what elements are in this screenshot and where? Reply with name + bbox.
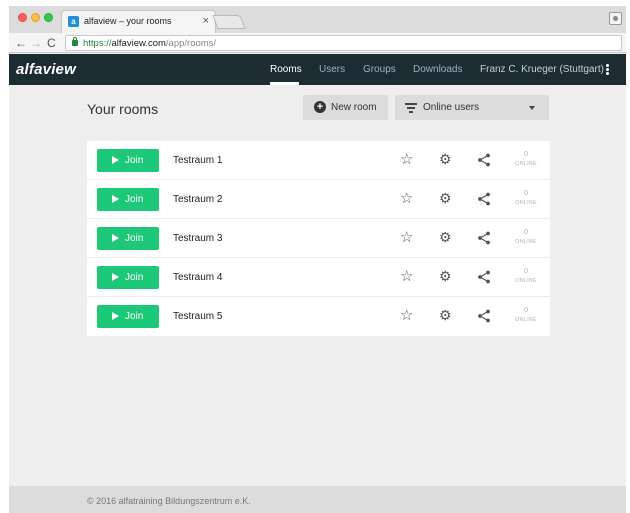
join-button[interactable]: Join: [97, 227, 159, 250]
app-header: alfaview Rooms Users Groups Downloads Fr…: [9, 54, 626, 85]
url-text: https://alfaview.com/app/rooms/: [83, 38, 216, 49]
share-icon[interactable]: [477, 153, 491, 167]
copyright-text: © 2016 alfatraining Bildungszentrum e.K.: [87, 496, 251, 506]
room-row: Join Testraum 1 ☆ ⚙ 0 ONLINE: [87, 141, 550, 180]
join-button[interactable]: Join: [97, 188, 159, 211]
gear-icon[interactable]: ⚙: [439, 269, 452, 284]
nav-rooms[interactable]: Rooms: [270, 64, 302, 75]
arrow-right-icon[interactable]: →: [30, 36, 42, 50]
play-icon: [112, 156, 119, 164]
online-label: ONLINE: [515, 239, 537, 245]
room-list: Join Testraum 1 ☆ ⚙ 0 ONLINE Join Testra…: [87, 141, 550, 336]
join-button[interactable]: Join: [97, 149, 159, 172]
nav-downloads[interactable]: Downloads: [413, 64, 462, 75]
tab-title: alfaview – your rooms: [84, 16, 172, 26]
filter-icon: [405, 103, 417, 113]
alfaview-favicon-icon: a: [68, 16, 79, 27]
star-icon[interactable]: ☆: [400, 308, 413, 323]
user-menu[interactable]: Franz C. Krueger (Stuttgart): [480, 64, 604, 75]
gear-icon[interactable]: ⚙: [439, 191, 452, 206]
gear-icon[interactable]: ⚙: [439, 230, 452, 245]
new-tab-button[interactable]: [212, 15, 246, 29]
room-name: Testraum 1: [173, 155, 223, 166]
tab-close-icon[interactable]: ×: [203, 14, 209, 28]
gear-icon[interactable]: ⚙: [439, 152, 452, 167]
minimize-window-button[interactable]: [31, 13, 40, 22]
person-icon[interactable]: [609, 12, 622, 25]
room-name: Testraum 2: [173, 194, 223, 205]
browser-tab[interactable]: a alfaview – your rooms ×: [61, 10, 216, 33]
star-icon[interactable]: ☆: [400, 230, 413, 245]
url-path: /app/rooms/: [165, 38, 217, 49]
room-name: Testraum 4: [173, 272, 223, 283]
close-window-button[interactable]: [18, 13, 27, 22]
share-icon[interactable]: [477, 309, 491, 323]
address-bar: ← → C https://alfaview.com/app/rooms/: [9, 33, 626, 53]
nav-users[interactable]: Users: [319, 64, 345, 75]
page-title: Your rooms: [87, 101, 159, 117]
new-room-label: New room: [331, 102, 377, 113]
join-label: Join: [125, 194, 144, 205]
join-label: Join: [125, 311, 144, 322]
caret-down-icon: [529, 106, 535, 110]
footer: © 2016 alfatraining Bildungszentrum e.K.: [9, 486, 626, 513]
share-icon[interactable]: [477, 231, 491, 245]
play-icon: [112, 312, 119, 320]
active-nav-indicator: [270, 82, 299, 85]
share-icon[interactable]: [477, 192, 491, 206]
tab-bar: a alfaview – your rooms ×: [9, 6, 626, 33]
add-circle-icon: +: [314, 101, 326, 113]
join-label: Join: [125, 155, 144, 166]
online-count: 0: [523, 188, 529, 197]
browser-window: a alfaview – your rooms × ← → C https://…: [9, 6, 626, 513]
online-count: 0: [523, 149, 529, 158]
more-vert-icon[interactable]: [606, 64, 609, 75]
online-count: 0: [523, 227, 529, 236]
star-icon[interactable]: ☆: [400, 269, 413, 284]
online-label: ONLINE: [515, 161, 537, 167]
url-scheme: https://: [83, 38, 112, 49]
room-name: Testraum 3: [173, 233, 223, 244]
play-icon: [112, 195, 119, 203]
url-host: alfaview.com: [111, 38, 166, 49]
join-button[interactable]: Join: [97, 305, 159, 328]
online-label: ONLINE: [515, 317, 537, 323]
online-count: 0: [523, 266, 529, 275]
room-name: Testraum 5: [173, 311, 223, 322]
gear-icon[interactable]: ⚙: [439, 308, 452, 323]
room-row: Join Testraum 5 ☆ ⚙ 0 ONLINE: [87, 297, 550, 336]
alfaview-logo[interactable]: alfaview: [16, 61, 76, 78]
join-label: Join: [125, 233, 144, 244]
online-count: 0: [523, 305, 529, 314]
room-row: Join Testraum 4 ☆ ⚙ 0 ONLINE: [87, 258, 550, 297]
room-row: Join Testraum 2 ☆ ⚙ 0 ONLINE: [87, 180, 550, 219]
filter-selected-value: Online users: [423, 102, 480, 113]
maximize-window-button[interactable]: [44, 13, 53, 22]
lock-icon: [72, 37, 78, 46]
room-row: Join Testraum 3 ☆ ⚙ 0 ONLINE: [87, 219, 550, 258]
new-room-button[interactable]: + New room: [303, 95, 388, 120]
star-icon[interactable]: ☆: [400, 191, 413, 206]
join-label: Join: [125, 272, 144, 283]
nav-groups[interactable]: Groups: [363, 64, 396, 75]
star-icon[interactable]: ☆: [400, 152, 413, 167]
play-icon: [112, 234, 119, 242]
join-button[interactable]: Join: [97, 266, 159, 289]
url-input[interactable]: https://alfaview.com/app/rooms/: [65, 35, 622, 51]
online-label: ONLINE: [515, 278, 537, 284]
reload-icon[interactable]: C: [47, 36, 56, 50]
online-users-filter-dropdown[interactable]: Online users: [395, 95, 549, 120]
play-icon: [112, 273, 119, 281]
share-icon[interactable]: [477, 270, 491, 284]
online-label: ONLINE: [515, 200, 537, 206]
arrow-left-icon[interactable]: ←: [15, 36, 27, 50]
